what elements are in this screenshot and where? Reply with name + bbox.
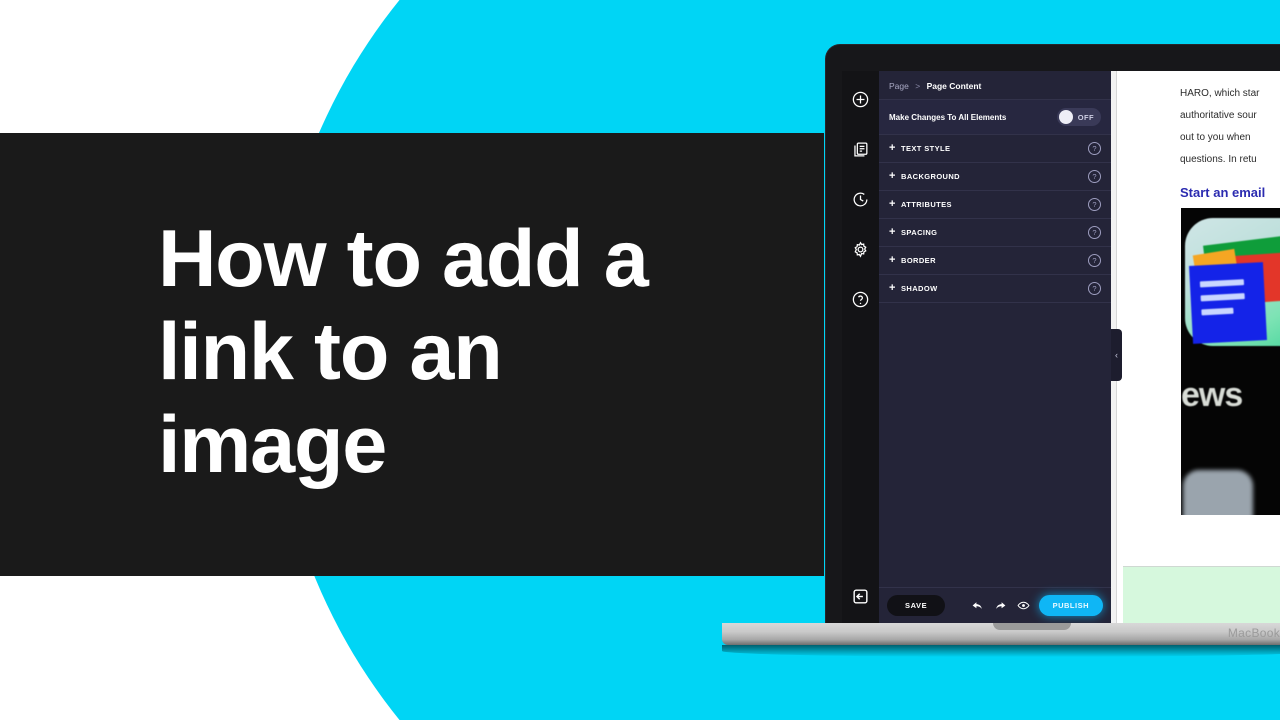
toggle-knob: [1058, 110, 1073, 124]
section-spacing[interactable]: + SPACING ?: [879, 219, 1111, 247]
section-text-style[interactable]: + TEXT STYLE ?: [879, 135, 1111, 163]
expand-icon: +: [889, 282, 896, 294]
help-circle-icon[interactable]: ?: [1088, 170, 1101, 183]
breadcrumb-root[interactable]: Page: [889, 81, 909, 91]
section-label: BORDER: [901, 256, 936, 265]
doc-paragraph-line: out to you when: [1180, 132, 1251, 143]
collapse-sidebar-icon[interactable]: [850, 585, 872, 607]
laptop-base: [722, 623, 1280, 645]
laptop-screen: Page > Page Content Make Changes To All …: [842, 71, 1280, 623]
pages-icon[interactable]: [850, 138, 872, 160]
section-label: BACKGROUND: [901, 172, 960, 181]
section-shadow[interactable]: + SHADOW ?: [879, 275, 1111, 303]
expand-icon: +: [889, 142, 896, 154]
element-settings-panel: Page > Page Content Make Changes To All …: [879, 71, 1122, 623]
help-circle-icon[interactable]: ?: [1088, 142, 1101, 155]
page-builder-app: Page > Page Content Make Changes To All …: [842, 71, 1280, 623]
section-attributes[interactable]: + ATTRIBUTES ?: [879, 191, 1111, 219]
doc-image-google-news[interactable]: ews: [1181, 208, 1280, 515]
expand-icon: +: [889, 254, 896, 266]
doc-paragraph-line: questions. In retu: [1180, 154, 1257, 165]
expand-icon: +: [889, 170, 896, 182]
laptop-mockup: Page > Page Content Make Changes To All …: [826, 45, 1280, 623]
page-title: How to add a link to an image: [158, 214, 649, 490]
help-circle-icon[interactable]: ?: [1088, 198, 1101, 211]
add-circle-icon[interactable]: [850, 88, 872, 110]
publish-button[interactable]: PUBLISH: [1038, 595, 1103, 616]
help-circle-icon[interactable]: ?: [1088, 254, 1101, 267]
breadcrumb-separator: >: [915, 81, 921, 91]
save-button[interactable]: SAVE: [887, 595, 946, 616]
breadcrumb-current: Page Content: [926, 81, 982, 91]
image-caption-text: ews: [1181, 376, 1243, 414]
doc-paragraph-line: authoritative sour: [1180, 110, 1257, 121]
make-changes-toggle[interactable]: OFF: [1056, 108, 1101, 126]
history-icon[interactable]: [850, 188, 872, 210]
help-circle-icon[interactable]: ?: [1088, 282, 1101, 295]
breadcrumb: Page > Page Content: [879, 71, 1111, 100]
toggle-state-label: OFF: [1077, 112, 1094, 122]
section-label: SHADOW: [901, 284, 938, 293]
editor-footer-toolbar: SAVE PUBLISH: [879, 587, 1111, 623]
panel-collapse-tab[interactable]: ‹: [1111, 329, 1122, 381]
section-label: SPACING: [901, 228, 938, 237]
slide-canvas: How to add a link to an image Page > Pag…: [0, 0, 1280, 720]
icon-shape-blue: [1189, 262, 1267, 344]
section-label: ATTRIBUTES: [901, 200, 952, 209]
eye-preview-icon[interactable]: [1016, 598, 1031, 613]
expand-icon: +: [889, 198, 896, 210]
help-icon[interactable]: [850, 288, 872, 310]
doc-heading: Start an email: [1180, 185, 1266, 200]
image-blur-blob: [1183, 470, 1253, 515]
expand-icon: +: [889, 226, 896, 238]
make-changes-all-elements-row: Make Changes To All Elements OFF: [879, 100, 1111, 135]
redo-icon[interactable]: [993, 598, 1008, 613]
doc-highlight-block: [1123, 566, 1280, 623]
page-sheet: HARO, which star authoritative sour out …: [1116, 71, 1280, 623]
undo-icon[interactable]: [970, 598, 985, 613]
section-background[interactable]: + BACKGROUND ?: [879, 163, 1111, 191]
page-preview-canvas: HARO, which star authoritative sour out …: [1111, 71, 1280, 623]
section-label: TEXT STYLE: [901, 144, 951, 153]
editor-icon-rail: [842, 71, 879, 623]
help-circle-icon[interactable]: ?: [1088, 226, 1101, 239]
doc-paragraph-line: HARO, which star: [1180, 88, 1260, 99]
section-border[interactable]: + BORDER ?: [879, 247, 1111, 275]
app-icon-tile: [1185, 218, 1280, 346]
device-label: MacBook: [1227, 626, 1280, 640]
settings-icon[interactable]: [850, 238, 872, 260]
panel-filler: [879, 303, 1111, 587]
make-changes-label: Make Changes To All Elements: [889, 112, 1007, 122]
